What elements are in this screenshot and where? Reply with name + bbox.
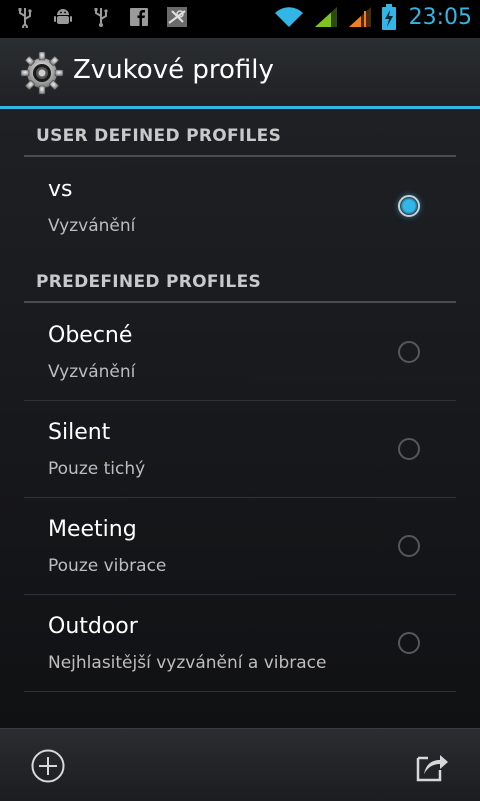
status-bar: 23:05 bbox=[0, 0, 480, 38]
profile-subtitle: Pouze vibrace bbox=[48, 556, 167, 576]
system-icons: 23:05 bbox=[273, 4, 472, 30]
battery-charging-icon bbox=[381, 4, 396, 30]
page-title: Zvukové profily bbox=[73, 55, 274, 85]
facebook-icon bbox=[130, 8, 148, 26]
radio-button[interactable] bbox=[398, 632, 420, 654]
profile-subtitle: Pouze tichý bbox=[48, 459, 146, 479]
section-header-user-defined: USER DEFINED PROFILES bbox=[24, 109, 456, 157]
profile-title: vs bbox=[48, 177, 73, 202]
section-header-label: USER DEFINED PROFILES bbox=[36, 126, 282, 146]
share-icon[interactable] bbox=[414, 748, 450, 784]
status-clock: 23:05 bbox=[408, 4, 472, 30]
app-icon bbox=[167, 7, 187, 27]
profile-subtitle: Vyzvánění bbox=[48, 362, 136, 382]
profile-item-obecne[interactable]: Obecné Vyzvánění bbox=[24, 305, 456, 401]
profile-title: Obecné bbox=[48, 323, 133, 348]
radio-button-selected[interactable] bbox=[398, 195, 420, 217]
profile-item-vs[interactable]: vs Vyzvánění bbox=[24, 159, 456, 255]
profile-title: Meeting bbox=[48, 517, 137, 542]
signal-icon bbox=[314, 7, 337, 27]
bottom-action-bar bbox=[0, 728, 480, 801]
profile-item-silent[interactable]: Silent Pouze tichý bbox=[24, 402, 456, 498]
usb-icon bbox=[94, 8, 108, 27]
usb-icon bbox=[18, 8, 32, 28]
wifi-icon bbox=[274, 7, 303, 28]
radio-button[interactable] bbox=[398, 535, 420, 557]
section-header-predefined: PREDEFINED PROFILES bbox=[24, 255, 456, 303]
signal-roaming-icon bbox=[348, 7, 371, 27]
profile-title: Outdoor bbox=[48, 614, 138, 639]
gear-icon[interactable] bbox=[20, 51, 64, 95]
profile-item-outdoor[interactable]: Outdoor Nejhlasitější vyzvánění a vibrac… bbox=[24, 596, 456, 692]
profile-title: Silent bbox=[48, 420, 111, 445]
add-circle-icon[interactable] bbox=[30, 748, 66, 784]
action-bar: Zvukové profily bbox=[0, 38, 480, 109]
radio-button[interactable] bbox=[398, 438, 420, 460]
android-debug-icon bbox=[54, 9, 72, 24]
profile-item-meeting[interactable]: Meeting Pouze vibrace bbox=[24, 499, 456, 595]
profile-subtitle: Nejhlasitější vyzvánění a vibrace bbox=[48, 653, 327, 673]
notification-icons bbox=[14, 6, 188, 28]
radio-button[interactable] bbox=[398, 341, 420, 363]
profiles-list: USER DEFINED PROFILES vs Vyzvánění PREDE… bbox=[0, 109, 480, 728]
profile-subtitle: Vyzvánění bbox=[48, 216, 136, 236]
section-header-label: PREDEFINED PROFILES bbox=[36, 272, 262, 292]
